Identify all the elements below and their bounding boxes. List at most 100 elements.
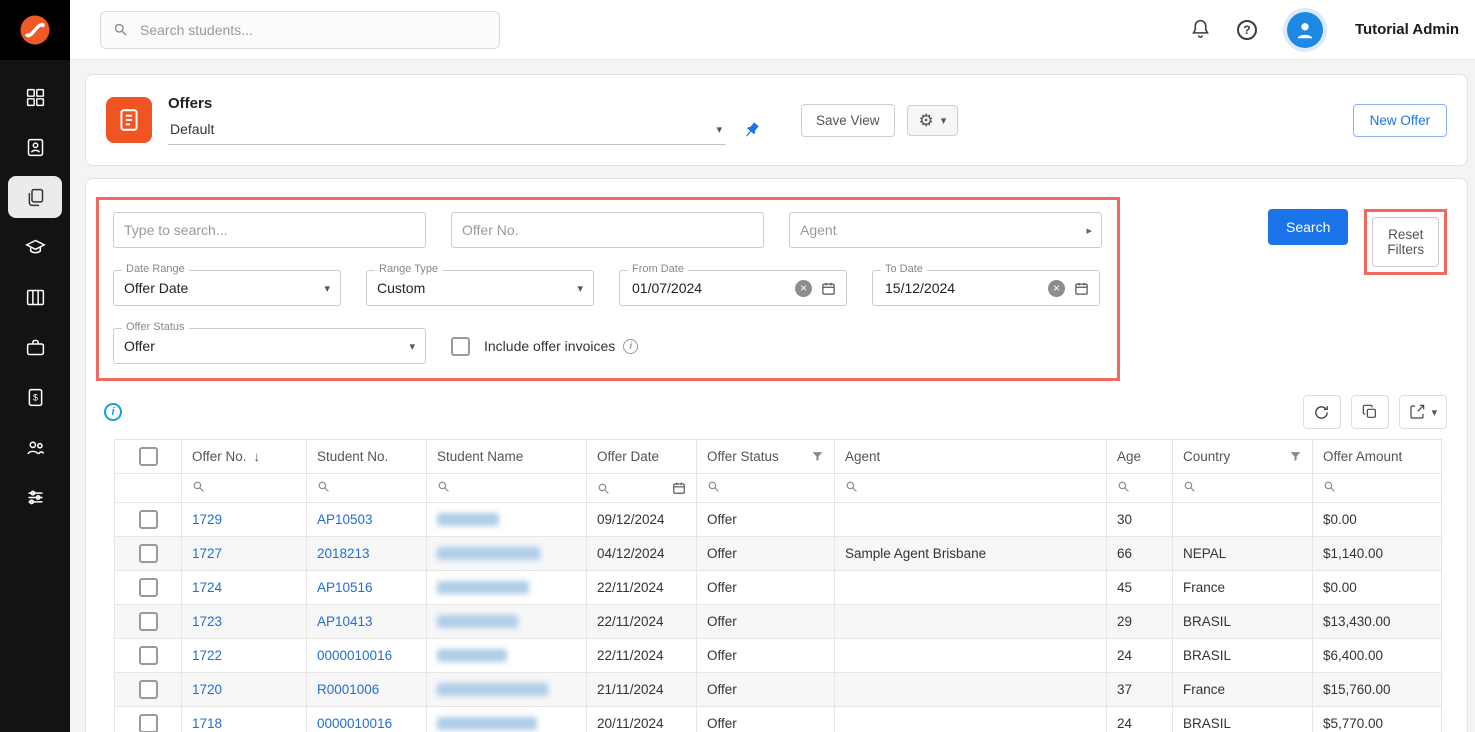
agent-cell[interactable] (835, 571, 1107, 605)
student-no-link[interactable]: AP10516 (307, 571, 427, 605)
offer-status-select[interactable]: Offer Status Offer ▾ (113, 328, 426, 364)
select-all-checkbox[interactable] (139, 447, 158, 466)
filter-offer-date[interactable] (587, 474, 697, 503)
agent-filter[interactable]: ▸ (789, 212, 1102, 248)
offer-no-link[interactable]: 1720 (182, 673, 307, 707)
offer-no-link[interactable]: 1723 (182, 605, 307, 639)
table-row[interactable]: 1724 AP10516 22/11/2024 Offer 45 France … (115, 571, 1442, 605)
column-header-offer-status[interactable]: Offer Status (697, 440, 835, 474)
column-header-offer-amount[interactable]: Offer Amount (1313, 440, 1442, 474)
offer-no-link[interactable]: 1727 (182, 537, 307, 571)
column-header-agent[interactable]: Agent (835, 440, 1107, 474)
notifications-button[interactable] (1190, 18, 1211, 42)
sidebar-item-courses[interactable] (8, 226, 62, 268)
help-icon[interactable]: ? (1237, 20, 1257, 40)
app-logo[interactable] (0, 0, 70, 60)
clear-icon[interactable]: × (1048, 280, 1065, 297)
student-no-link[interactable]: R0001006 (307, 673, 427, 707)
range-type-select[interactable]: Range Type Custom ▾ (366, 270, 594, 306)
student-no-link[interactable]: 2018213 (307, 537, 427, 571)
clear-icon[interactable]: × (795, 280, 812, 297)
refresh-button[interactable] (1303, 395, 1341, 429)
row-checkbox[interactable] (139, 578, 158, 597)
user-name[interactable]: Tutorial Admin (1355, 21, 1459, 38)
filter-student-no[interactable] (307, 474, 427, 503)
new-offer-button[interactable]: New Offer (1353, 104, 1448, 137)
offer-no-link[interactable]: 1718 (182, 707, 307, 732)
column-header-age[interactable]: Age (1107, 440, 1173, 474)
offer-no-input[interactable] (451, 212, 764, 248)
include-offer-invoices-checkbox[interactable] (451, 337, 470, 356)
row-checkbox[interactable] (139, 544, 158, 563)
student-search-input[interactable] (138, 21, 487, 39)
from-date-input[interactable] (630, 279, 795, 297)
sidebar-item-students[interactable] (8, 126, 62, 168)
filter-age[interactable] (1107, 474, 1173, 503)
column-header-offer-date[interactable]: Offer Date (587, 440, 697, 474)
offer-no-link[interactable]: 1729 (182, 503, 307, 537)
reset-filters-button[interactable]: Reset Filters (1372, 217, 1439, 267)
keyword-search-input[interactable] (113, 212, 426, 248)
filter-agent[interactable] (835, 474, 1107, 503)
calendar-icon[interactable] (672, 481, 686, 495)
filter-country[interactable] (1173, 474, 1313, 503)
column-header-offer-no[interactable]: Offer No.↓ (182, 440, 307, 474)
filter-icon[interactable] (1289, 450, 1302, 463)
agent-cell[interactable] (835, 639, 1107, 673)
info-icon[interactable]: i (623, 339, 638, 354)
column-header-student-no[interactable]: Student No. (307, 440, 427, 474)
offer-no-link[interactable]: 1724 (182, 571, 307, 605)
table-row[interactable]: 1720 R0001006 21/11/2024 Offer 37 France… (115, 673, 1442, 707)
to-date-input[interactable] (883, 279, 1048, 297)
table-row[interactable]: 1722 0000010016 22/11/2024 Offer 24 BRAS… (115, 639, 1442, 673)
date-range-select[interactable]: Date Range Offer Date ▾ (113, 270, 341, 306)
copy-button[interactable] (1351, 395, 1389, 429)
agent-cell[interactable] (835, 707, 1107, 732)
agent-cell[interactable] (835, 673, 1107, 707)
filter-student-name[interactable] (427, 474, 587, 503)
row-checkbox[interactable] (139, 714, 158, 732)
filter-icon[interactable] (811, 450, 824, 463)
user-avatar[interactable] (1283, 8, 1327, 52)
table-row[interactable]: 1723 AP10413 22/11/2024 Offer 29 BRASIL … (115, 605, 1442, 639)
row-checkbox[interactable] (139, 612, 158, 631)
student-no-link[interactable]: 0000010016 (307, 707, 427, 732)
sidebar-item-services[interactable] (8, 326, 62, 368)
student-search[interactable] (100, 11, 500, 49)
pin-view-button[interactable] (742, 121, 761, 143)
to-date-field[interactable]: To Date × (872, 270, 1100, 306)
sidebar-item-dashboard[interactable] (8, 76, 62, 118)
export-button[interactable]: ▾ (1399, 395, 1448, 429)
agent-input[interactable] (789, 212, 1102, 248)
view-settings-button[interactable]: ⚙ ▾ (907, 105, 959, 136)
agent-cell[interactable] (835, 605, 1107, 639)
student-no-link[interactable]: AP10503 (307, 503, 427, 537)
student-no-link[interactable]: AP10413 (307, 605, 427, 639)
column-header-student-name[interactable]: Student Name (427, 440, 587, 474)
save-view-button[interactable]: Save View (801, 104, 895, 137)
table-row[interactable]: 1727 2018213 04/12/2024 Offer Sample Age… (115, 537, 1442, 571)
sidebar-item-agents[interactable] (8, 426, 62, 468)
sidebar-item-reports[interactable] (8, 276, 62, 318)
calendar-icon[interactable] (1074, 281, 1089, 296)
calendar-icon[interactable] (821, 281, 836, 296)
grid-info-icon[interactable]: i (104, 403, 122, 421)
sidebar-item-settings[interactable] (8, 476, 62, 518)
column-header-country[interactable]: Country (1173, 440, 1313, 474)
table-row[interactable]: 1718 0000010016 20/11/2024 Offer 24 BRAS… (115, 707, 1442, 732)
from-date-field[interactable]: From Date × (619, 270, 847, 306)
view-select[interactable]: Default ▾ (168, 119, 726, 145)
agent-cell[interactable]: Sample Agent Brisbane (835, 537, 1107, 571)
agent-cell[interactable] (835, 503, 1107, 537)
sidebar-item-offers[interactable] (8, 176, 62, 218)
search-button[interactable]: Search (1268, 209, 1348, 245)
row-checkbox[interactable] (139, 510, 158, 529)
offer-no-link[interactable]: 1722 (182, 639, 307, 673)
row-checkbox[interactable] (139, 646, 158, 665)
student-no-link[interactable]: 0000010016 (307, 639, 427, 673)
filter-offer-status[interactable] (697, 474, 835, 503)
sidebar-item-invoices[interactable]: $ (8, 376, 62, 418)
filter-offer-no[interactable] (182, 474, 307, 503)
row-checkbox[interactable] (139, 680, 158, 699)
filter-offer-amount[interactable] (1313, 474, 1442, 503)
